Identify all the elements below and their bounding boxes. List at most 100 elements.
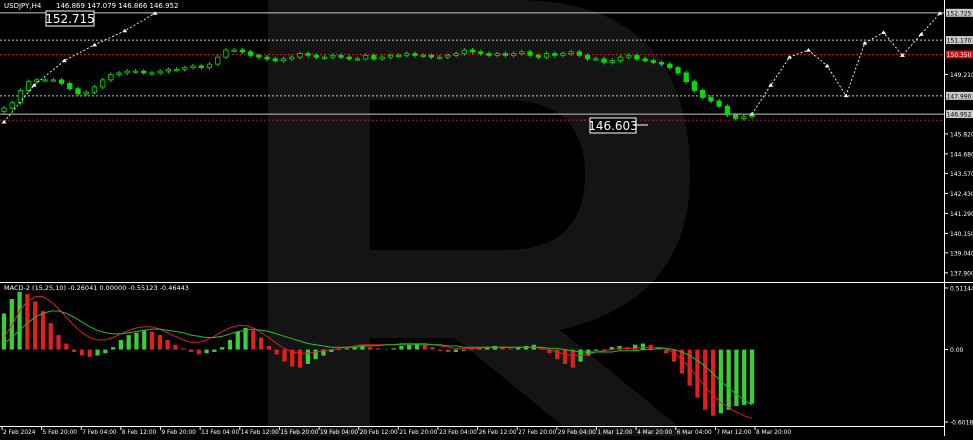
- macd-histogram-bar: [188, 349, 194, 352]
- time-tick-label: 15 Feb 20:00: [280, 430, 318, 436]
- macd-histogram-bar: [220, 347, 225, 350]
- macd-histogram-bar: [383, 349, 388, 351]
- price-tick-label: 137.900: [950, 270, 973, 277]
- ohlc-readout: 146.869 147.079 146.866 146.952: [56, 2, 178, 10]
- candle-body: [313, 54, 319, 58]
- price-tag-label: 150.350: [947, 52, 972, 59]
- time-tick-label: 13 Feb 04:00: [201, 430, 239, 436]
- candle-body: [17, 90, 24, 104]
- macd-tick-label: 0.51144: [950, 286, 973, 293]
- candle-body: [239, 49, 246, 53]
- time-tick-label: 21 Feb 20:00: [399, 430, 437, 436]
- macd-histogram-bar: [235, 331, 240, 350]
- high-callout: 152.715: [45, 10, 95, 27]
- macd-histogram-bar: [313, 349, 318, 360]
- candle-body: [173, 68, 180, 71]
- time-tick-label: 1 Mar 12:00: [597, 430, 632, 436]
- candle-body: [560, 53, 566, 56]
- candle-body: [305, 53, 311, 56]
- macd-histogram-bar: [72, 349, 77, 352]
- macd-histogram-bar: [461, 349, 466, 351]
- time-tick-label: 29 Feb 04:00: [558, 430, 596, 436]
- candle-body: [289, 56, 295, 60]
- candle-body: [387, 54, 393, 58]
- candle-body: [100, 79, 106, 88]
- candle-body: [371, 54, 377, 60]
- macd-histogram-bar: [469, 349, 474, 351]
- candle-body: [609, 60, 615, 63]
- macd-histogram-bar: [749, 349, 755, 404]
- time-tick-label: 7 Mar 12:00: [716, 430, 751, 436]
- candle-body: [527, 51, 533, 56]
- macd-histogram-bar: [110, 347, 116, 350]
- macd-histogram-bar: [391, 348, 396, 350]
- macd-histogram-bar: [282, 349, 287, 362]
- time-tick-label: 7 Feb 04:00: [82, 430, 117, 436]
- candle-body: [124, 70, 130, 74]
- macd-histogram-bar: [142, 330, 147, 350]
- candle-body: [437, 56, 443, 59]
- symbol-label: USDJPY,H4: [4, 2, 42, 10]
- macd-histogram-bar: [523, 345, 529, 350]
- time-tick-label: 19 Feb 04:00: [320, 430, 358, 436]
- macd-histogram-bar: [48, 323, 53, 350]
- macd-histogram-bar: [703, 349, 708, 410]
- macd-histogram-bar: [33, 301, 38, 350]
- time-tick-label: 23 Feb 04:00: [439, 430, 477, 436]
- time-tick-label: 14 Feb 12:00: [241, 430, 279, 436]
- price-chart-svg[interactable]: USDJPY,H4 146.869 147.079 146.866 146.95…: [0, 0, 973, 436]
- time-tick-label: 9 Feb 20:00: [162, 430, 197, 436]
- macd-histogram-bar: [173, 344, 178, 350]
- macd-histogram-bar: [126, 335, 131, 350]
- price-tick-label: 145.820: [950, 131, 973, 138]
- candle-body: [75, 88, 81, 95]
- time-tick-label: 26 Feb 12:00: [479, 430, 517, 436]
- macd-tick-label: 0.00: [950, 347, 964, 354]
- candle-body: [708, 97, 714, 102]
- candle-body: [716, 100, 722, 107]
- candle-body: [58, 79, 65, 84]
- candle-body: [593, 58, 599, 61]
- macd-histogram-bar: [134, 332, 139, 350]
- macd-histogram-bar: [79, 349, 85, 356]
- candle-body: [617, 56, 624, 62]
- time-tick-label: 6 Mar 04:00: [677, 430, 712, 436]
- candle-body: [404, 53, 410, 56]
- candle-body: [165, 68, 172, 72]
- candle-body: [584, 54, 591, 60]
- candle-body: [724, 105, 730, 116]
- macd-histogram-bar: [336, 349, 342, 351]
- candle-body: [658, 61, 665, 65]
- macd-histogram-bar: [594, 349, 599, 351]
- macd-tick-label: -0.60184: [950, 420, 973, 427]
- macd-histogram-bar: [87, 349, 92, 357]
- candle-body: [552, 53, 558, 56]
- candle-body: [157, 70, 163, 74]
- macd-histogram-bar: [492, 345, 497, 350]
- candle-body: [395, 54, 402, 57]
- high-callout-text: 152.715: [45, 12, 95, 26]
- candle-body: [67, 83, 73, 90]
- candle-body: [198, 65, 204, 69]
- time-tick-label: 2 Feb 2024: [3, 430, 36, 436]
- macd-histogram-bar: [344, 348, 349, 350]
- macd-histogram-bar: [305, 349, 310, 365]
- macd-histogram-bar: [103, 349, 108, 354]
- macd-histogram-bar: [710, 349, 716, 416]
- macd-histogram-bar: [196, 349, 201, 355]
- macd-histogram-bar: [407, 344, 412, 350]
- candle-body: [149, 72, 155, 75]
- macd-histogram-bar: [1, 313, 7, 350]
- macd-histogram-bar: [212, 349, 217, 352]
- candle-body: [428, 54, 435, 58]
- macd-histogram-bar: [422, 344, 427, 350]
- candle-body: [264, 56, 270, 60]
- price-tick-label: 144.680: [950, 151, 973, 158]
- macd-histogram-bar: [274, 349, 279, 355]
- candle-body: [116, 72, 122, 76]
- candle-body: [453, 53, 459, 56]
- candle-body: [691, 81, 698, 91]
- macd-histogram-bar: [243, 327, 248, 350]
- candle-body: [190, 65, 196, 69]
- candle-body: [297, 53, 303, 58]
